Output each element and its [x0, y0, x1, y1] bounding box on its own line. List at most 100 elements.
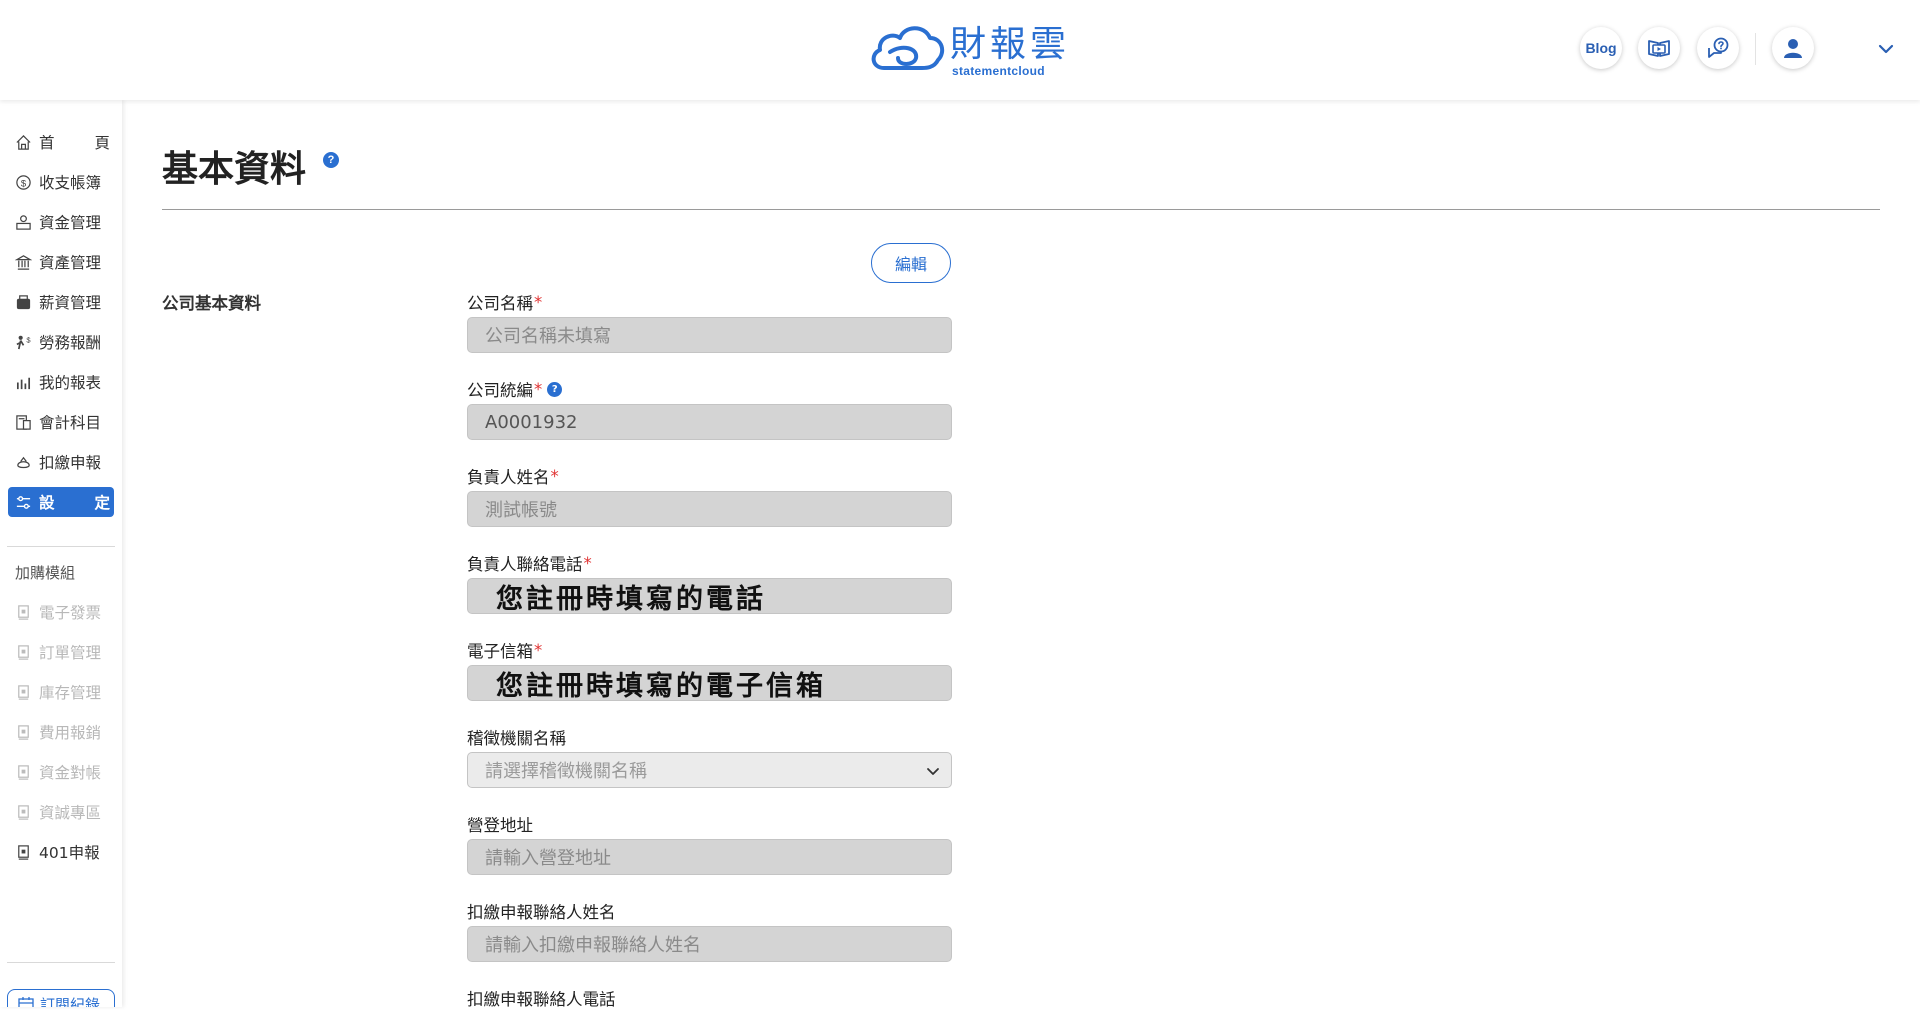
sidebar-item-401-filing[interactable]: 401申報: [8, 837, 114, 867]
email-label: 電子信箱 *: [467, 638, 542, 662]
blog-button[interactable]: Blog: [1580, 27, 1622, 69]
main-content: 基本資料 ? 編輯 公司基本資料 公司名稱 * 公司名稱未填寫 公司統編 * ? A…: [122, 100, 1920, 1010]
sidebar-item-ledger[interactable]: $ 收支帳簿: [8, 167, 114, 197]
withholding-contact-phone-label: 扣繳申報聯絡人電話: [467, 986, 616, 1010]
sidebar-item-assets[interactable]: 資產管理: [8, 247, 114, 277]
sidebar-item-label: 401申報: [39, 844, 100, 862]
help-icon[interactable]: ?: [547, 381, 563, 397]
required-mark: *: [550, 466, 559, 486]
sidebar-item-payroll[interactable]: 薪資管理: [8, 287, 114, 317]
field-label-text: 公司名稱: [467, 294, 533, 313]
sidebar: 首頁 $ 收支帳簿 資金管理 資產管理 薪資管理 $ 勞務報酬 我的報表 會計科…: [0, 100, 122, 1007]
subscription-history-button[interactable]: 訂閱紀錄: [7, 989, 115, 1007]
bar-chart-icon: [16, 377, 31, 389]
money-bag-icon: [17, 456, 30, 468]
company-name-label: 公司名稱 *: [467, 290, 542, 314]
cloud-logo-icon: [871, 26, 945, 70]
lock-book-icon: [18, 644, 29, 660]
sidebar-item-label: 資金管理: [39, 214, 102, 232]
owner-phone-label: 負責人聯絡電話 *: [467, 551, 592, 575]
sidebar-item-accounts[interactable]: 會計科目: [8, 407, 114, 437]
sliders-icon: [16, 495, 31, 509]
calendar-icon: [18, 997, 34, 1007]
chevron-down-icon: [927, 768, 939, 775]
sidebar-item-expenses[interactable]: 費用報銷: [8, 717, 114, 747]
logo-chinese-text: 財報雲: [950, 24, 1071, 65]
book-icon: [18, 844, 29, 860]
chevron-down-icon[interactable]: [1875, 38, 1897, 60]
sidebar-item-inventory[interactable]: 庫存管理: [8, 677, 114, 707]
sidebar-item-label: 資金對帳: [39, 764, 102, 782]
sidebar-item-e-invoice[interactable]: 電子發票: [8, 597, 114, 627]
section-title: 公司基本資料: [162, 294, 261, 313]
page-title: 基本資料: [162, 149, 307, 190]
withholding-contact-name-field[interactable]: 請輸入扣繳申報聯絡人姓名: [467, 926, 952, 962]
sidebar-item-label: 庫存管理: [39, 684, 102, 702]
sidebar-item-pwc-zone[interactable]: 資誠專區: [8, 797, 114, 827]
bank-icon: [15, 254, 32, 270]
sidebar-divider: [7, 962, 115, 963]
field-label-text: 扣繳申報聯絡人電話: [467, 990, 616, 1009]
company-name-field[interactable]: 公司名稱未填寫: [467, 317, 952, 353]
sidebar-item-funds[interactable]: 資金管理: [8, 207, 114, 237]
video-guide-button[interactable]: [1638, 27, 1680, 69]
email-field[interactable]: 您註冊時填寫的電子信箱: [467, 665, 952, 702]
user-icon: [1784, 39, 1802, 58]
money-hand-icon: [16, 214, 31, 230]
sidebar-item-label: 訂單管理: [39, 644, 102, 662]
sidebar-item-withholding[interactable]: 扣繳申報: [8, 447, 114, 477]
sidebar-item-label: 定: [94, 494, 110, 512]
sidebar-item-label: 薪資管理: [39, 294, 102, 312]
header-divider: [1755, 33, 1756, 65]
calculator-icon: [16, 414, 31, 430]
sidebar-item-label: 頁: [94, 134, 110, 152]
sidebar-item-labor[interactable]: $ 勞務報酬: [8, 327, 114, 357]
sidebar-item-label: 資誠專區: [39, 804, 102, 822]
tax-id-label: 公司統編 * ?: [467, 377, 563, 401]
field-label-text: 公司統編: [467, 381, 533, 400]
title-divider: [162, 209, 1880, 210]
owner-phone-field[interactable]: 您註冊時填寫的電話: [467, 578, 952, 615]
tax-id-field[interactable]: A0001932: [467, 404, 952, 440]
help-chat-button[interactable]: [1697, 27, 1739, 69]
sidebar-item-orders[interactable]: 訂單管理: [8, 637, 114, 667]
video-book-icon: [1648, 40, 1670, 57]
sidebar-item-home[interactable]: 首頁: [8, 127, 114, 157]
sidebar-item-reconciliation[interactable]: 資金對帳: [8, 757, 114, 787]
sidebar-item-label: 收支帳簿: [39, 174, 102, 192]
sidebar-item-settings[interactable]: 設定: [8, 487, 114, 517]
lock-book-icon: [18, 804, 29, 820]
lock-book-icon: [18, 604, 29, 620]
sidebar-item-label: 資產管理: [39, 254, 102, 272]
sidebar-item-label: 會計科目: [39, 414, 102, 432]
lock-book-icon: [18, 764, 29, 780]
sidebar-item-label: 扣繳申報: [39, 454, 102, 472]
top-header: 財報雲 statementcloud Blog: [0, 0, 1920, 100]
sidebar-item-reports[interactable]: 我的報表: [8, 367, 114, 397]
logo-english-text: statementcloud: [952, 64, 1045, 78]
sidebar-item-label: 首: [39, 134, 55, 152]
field-label-text: 扣繳申報聯絡人姓名: [467, 903, 616, 922]
registered-address-label: 營登地址: [467, 812, 533, 836]
field-label-text: 負責人姓名: [467, 468, 550, 487]
required-mark: *: [534, 379, 543, 399]
sidebar-item-label: 設: [39, 494, 55, 512]
edit-button[interactable]: 編輯: [871, 243, 951, 283]
tax-office-select[interactable]: 請選擇稽徵機關名稱: [467, 752, 952, 788]
required-mark: *: [583, 553, 592, 573]
addon-section-title: 加購模組: [15, 564, 76, 582]
owner-name-field[interactable]: 測試帳號: [467, 491, 952, 527]
sidebar-item-label: 我的報表: [39, 374, 102, 392]
field-label-text: 負責人聯絡電話: [467, 555, 583, 574]
required-mark: *: [534, 292, 543, 312]
help-icon[interactable]: ?: [323, 152, 339, 168]
home-icon: [16, 134, 31, 150]
field-label-text: 營登地址: [467, 816, 533, 835]
lock-book-icon: [18, 724, 29, 740]
question-chat-icon: [1708, 37, 1729, 58]
svg-text:$: $: [26, 335, 31, 344]
registered-address-field[interactable]: 請輸入營登地址: [467, 839, 952, 875]
user-avatar-button[interactable]: [1772, 27, 1814, 69]
logo[interactable]: 財報雲 statementcloud: [868, 22, 1070, 80]
sidebar-item-label: 費用報銷: [39, 724, 102, 742]
